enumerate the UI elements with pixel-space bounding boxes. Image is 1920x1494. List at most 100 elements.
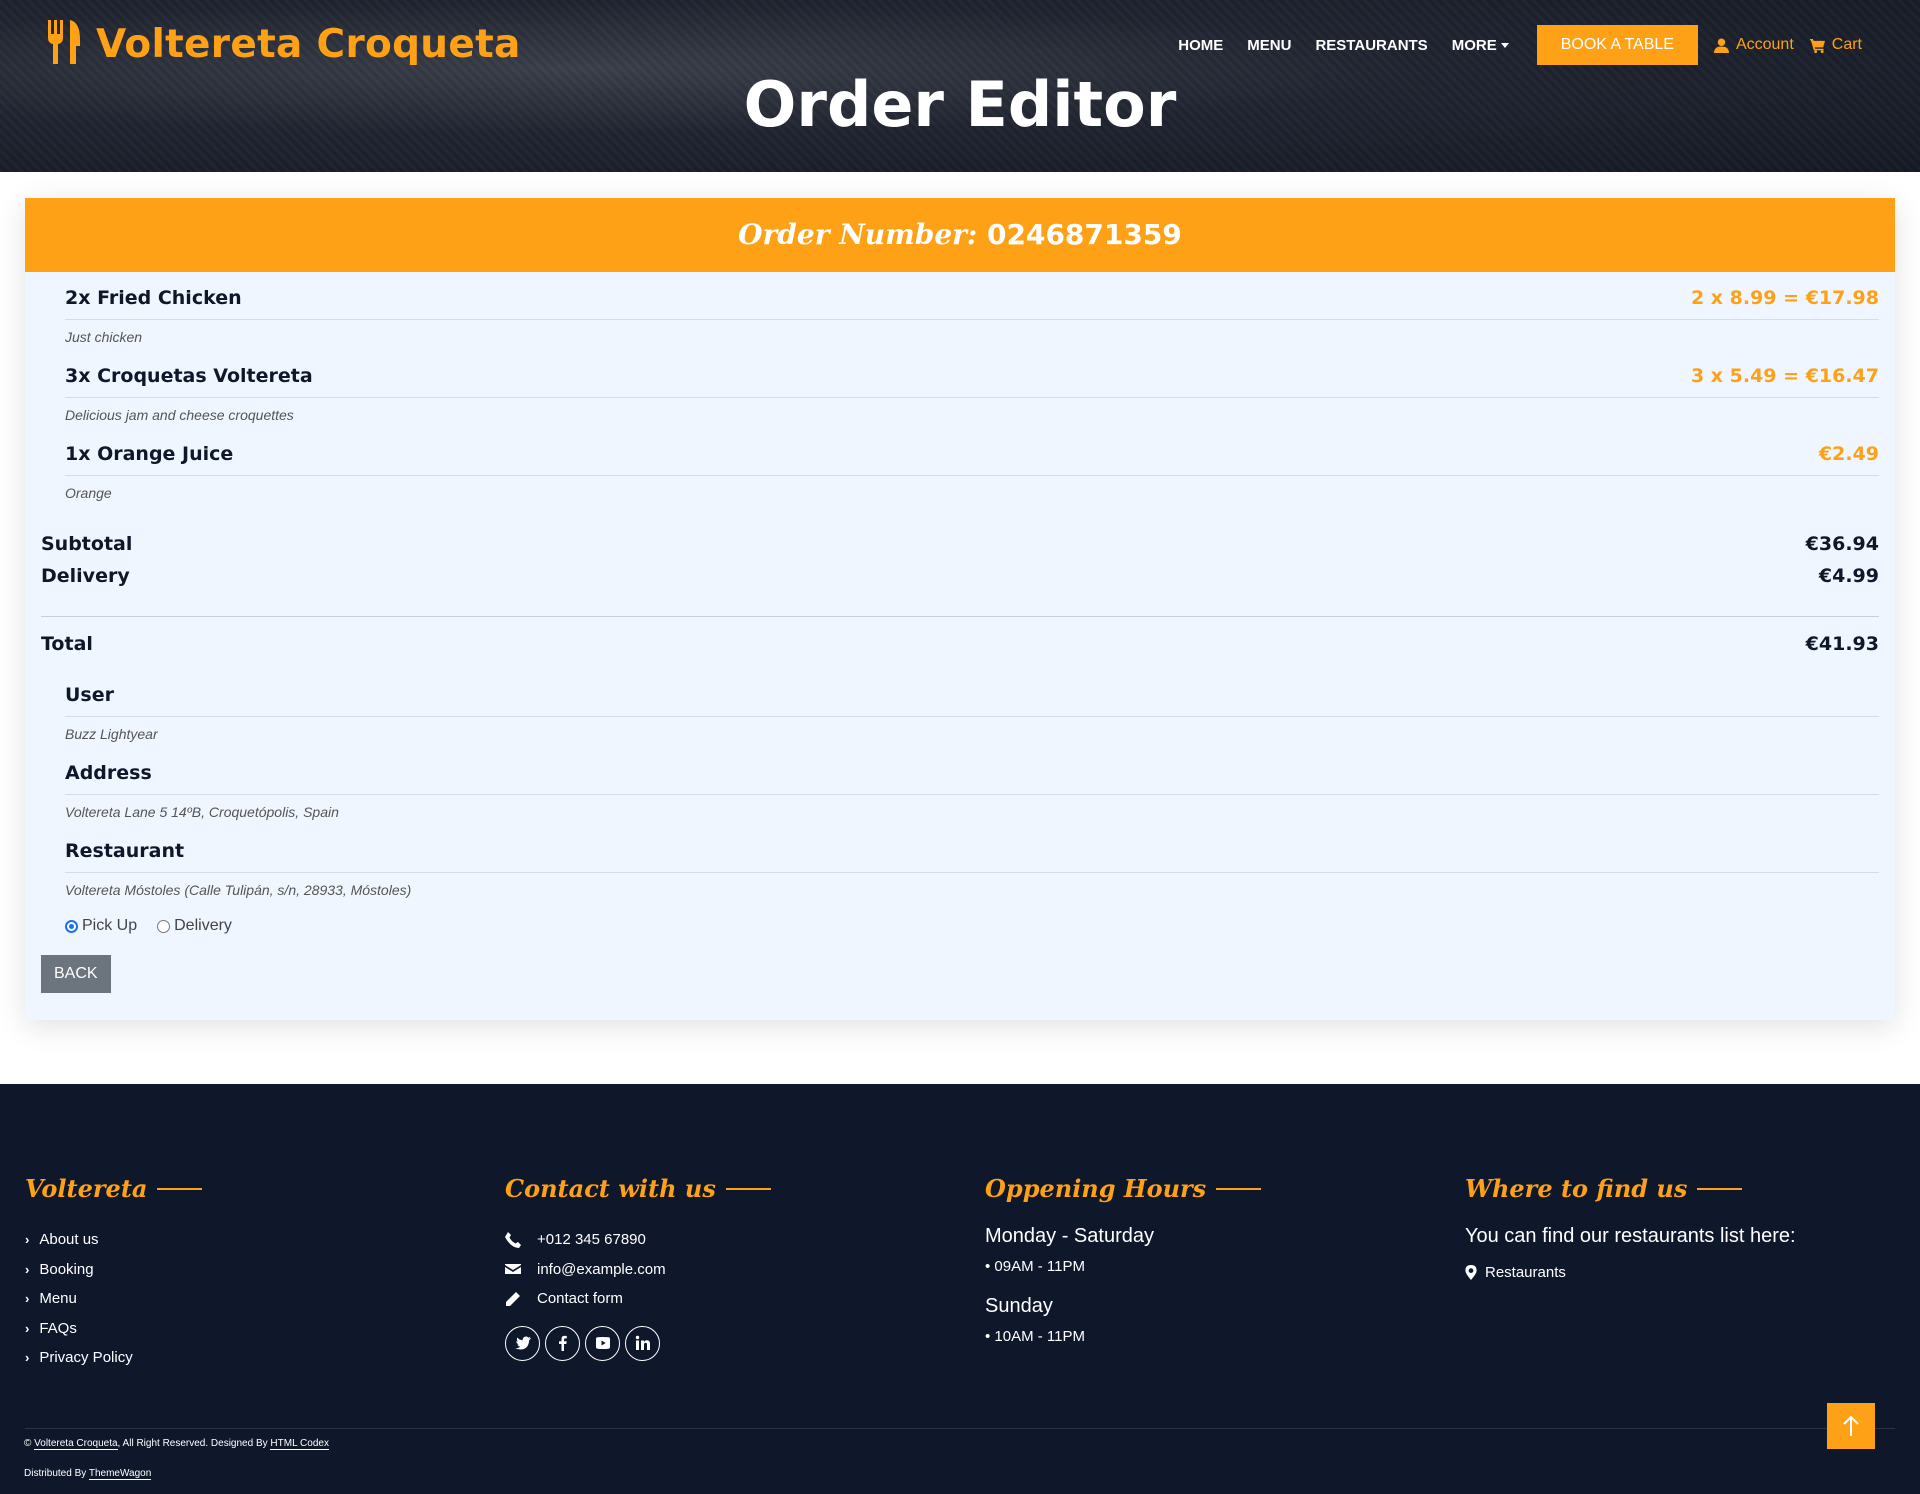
- info-value: Voltereta Móstoles (Calle Tulipán, s/n, …: [65, 882, 412, 898]
- cart-link[interactable]: Cart: [1809, 36, 1862, 54]
- footer-link-faqs[interactable]: › FAQs: [25, 1314, 202, 1344]
- item-price: €2.49: [1818, 443, 1879, 465]
- hours-time: • 09AM - 11PM: [985, 1258, 1086, 1275]
- restaurants-link-label: Restaurants: [1485, 1264, 1566, 1281]
- chevron-right-icon: ›: [25, 1291, 30, 1307]
- footer-col-hours: Oppening Hours Monday - Saturday • 09AM …: [985, 1174, 1262, 1345]
- nav-home[interactable]: HOME: [1178, 37, 1223, 54]
- hours-day: Monday - Saturday: [985, 1225, 1154, 1247]
- account-label: Account: [1735, 36, 1794, 53]
- chevron-right-icon: ›: [25, 1350, 30, 1366]
- distributor-link[interactable]: ThemeWagon: [88, 1468, 152, 1480]
- radio-unchecked-icon[interactable]: [157, 919, 171, 933]
- designer-link[interactable]: HTML Codex: [270, 1438, 329, 1450]
- site-footer: Voltereta › About us › Booking › Menu › FAQs…: [0, 1084, 1920, 1494]
- facebook-link[interactable]: [545, 1325, 580, 1361]
- delivery-value: €4.99: [1818, 565, 1879, 587]
- footer-heading: Oppening Hours: [985, 1174, 1207, 1203]
- total-value: €41.93: [1805, 633, 1879, 655]
- back-button[interactable]: BACK: [41, 955, 111, 993]
- info-label: Restaurant: [65, 840, 185, 862]
- footer-divider: [25, 1428, 1895, 1429]
- radio-checked-icon[interactable]: [65, 919, 78, 933]
- map-pin-icon: [1465, 1265, 1477, 1280]
- distributed-text: Distributed By: [24, 1468, 87, 1479]
- linkedin-icon: [635, 1335, 650, 1350]
- nav-menu[interactable]: MENU: [1247, 37, 1291, 54]
- cart-label: Cart: [1831, 36, 1862, 53]
- order-item: 2x Fried Chicken 2 x 8.99 = €17.98 Just …: [41, 272, 1879, 350]
- cart-icon: [1809, 38, 1825, 53]
- order-card: Order Number: 0246871359 2x Fried Chicke…: [25, 198, 1895, 1020]
- linkedin-link[interactable]: [625, 1325, 660, 1361]
- item-description: Delicious jam and cheese croquettes: [65, 407, 294, 423]
- heading-line: [725, 1187, 771, 1190]
- user-icon: [1713, 37, 1729, 53]
- total-label: Total: [41, 633, 93, 655]
- chevron-right-icon: ›: [25, 1320, 30, 1336]
- footer-heading: Where to find us: [1465, 1174, 1688, 1203]
- restaurant-info: Restaurant Voltereta Móstoles (Calle Tul…: [41, 825, 1879, 903]
- footer-link-about[interactable]: › About us: [25, 1225, 202, 1255]
- account-link[interactable]: Account: [1713, 36, 1794, 54]
- order-item: 3x Croquetas Voltereta 3 x 5.49 = €16.47…: [41, 350, 1879, 428]
- user-info: User Buzz Lightyear: [41, 669, 1879, 747]
- nav-restaurants[interactable]: RESTAURANTS: [1315, 37, 1427, 54]
- order-number-header: Order Number: 0246871359: [25, 198, 1895, 272]
- caret-down-icon: [1500, 42, 1509, 48]
- email-text: info@example.com: [537, 1260, 666, 1278]
- info-label: Address: [65, 762, 152, 784]
- summary-divider: [41, 616, 1879, 617]
- order-total: Total €41.93: [41, 629, 1879, 659]
- youtube-link[interactable]: [585, 1325, 620, 1361]
- subtotal-label: Subtotal: [41, 533, 133, 555]
- footer-link-label: FAQs: [39, 1319, 77, 1337]
- phone-icon: [505, 1231, 521, 1248]
- footer-link-booking[interactable]: › Booking: [25, 1255, 202, 1285]
- copyright-text: , All Right Reserved. Designed By: [117, 1438, 268, 1449]
- item-name: 2x Fried Chicken: [65, 287, 242, 309]
- contact-form-label: Contact form: [537, 1290, 623, 1308]
- phone-text: +012 345 67890: [537, 1231, 646, 1249]
- pickup-radio[interactable]: Pick Up: [65, 917, 137, 935]
- footer-phone: +012 345 67890: [505, 1225, 771, 1255]
- footer-col-contact: Contact with us +012 345 67890 info@exam…: [505, 1174, 771, 1361]
- item-name: 1x Orange Juice: [65, 443, 234, 465]
- copyright: © Voltereta Croqueta, All Right Reserved…: [24, 1438, 329, 1450]
- order-number-label: Order Number:: [738, 218, 978, 251]
- footer-email: info@example.com: [505, 1255, 771, 1285]
- book-table-button[interactable]: BOOK A TABLE: [1536, 25, 1698, 65]
- twitter-link[interactable]: [505, 1325, 540, 1361]
- hero-header: Voltereta Croqueta HOME MENU RESTAURANTS…: [0, 0, 1920, 172]
- footer-link-label: Booking: [39, 1260, 94, 1278]
- delivery-radio[interactable]: Delivery: [157, 917, 232, 935]
- footer-link-menu[interactable]: › Menu: [25, 1284, 202, 1314]
- heading-line: [1697, 1187, 1743, 1190]
- nav-more-label: MORE: [1451, 36, 1497, 54]
- item-description: Just chicken: [65, 329, 143, 345]
- order-summary: Subtotal €36.94 Delivery €4.99: [41, 528, 1879, 592]
- distributed-by: Distributed By ThemeWagon: [24, 1468, 152, 1480]
- brand-logo[interactable]: Voltereta Croqueta: [46, 20, 521, 69]
- pickup-label: Pick Up: [82, 917, 138, 934]
- footer-col-voltereta: Voltereta › About us › Booking › Menu › FAQs…: [25, 1174, 203, 1373]
- find-us-text: You can find our restaurants list here:: [1465, 1225, 1796, 1247]
- heading-line: [1216, 1187, 1262, 1190]
- footer-link-label: About us: [39, 1231, 99, 1249]
- footer-link-label: Menu: [39, 1290, 77, 1308]
- info-label: User: [65, 684, 114, 706]
- item-name: 3x Croquetas Voltereta: [65, 365, 313, 387]
- site-link[interactable]: Voltereta Croqueta: [34, 1438, 118, 1450]
- heading-line: [157, 1187, 203, 1190]
- footer-contact-form-link[interactable]: Contact form: [505, 1284, 771, 1314]
- item-description: Orange: [65, 485, 112, 501]
- delivery-option-label: Delivery: [174, 917, 232, 934]
- nav-more-dropdown[interactable]: MORE: [1452, 37, 1509, 54]
- footer-heading: Contact with us: [505, 1174, 716, 1203]
- page-title: Order Editor: [743, 68, 1177, 141]
- restaurants-link[interactable]: Restaurants: [1465, 1264, 1796, 1281]
- item-price: 2 x 8.99 = €17.98: [1690, 287, 1879, 309]
- footer-link-privacy[interactable]: › Privacy Policy: [25, 1343, 202, 1373]
- back-to-top-button[interactable]: [1827, 1403, 1875, 1449]
- subtotal-value: €36.94: [1805, 533, 1879, 555]
